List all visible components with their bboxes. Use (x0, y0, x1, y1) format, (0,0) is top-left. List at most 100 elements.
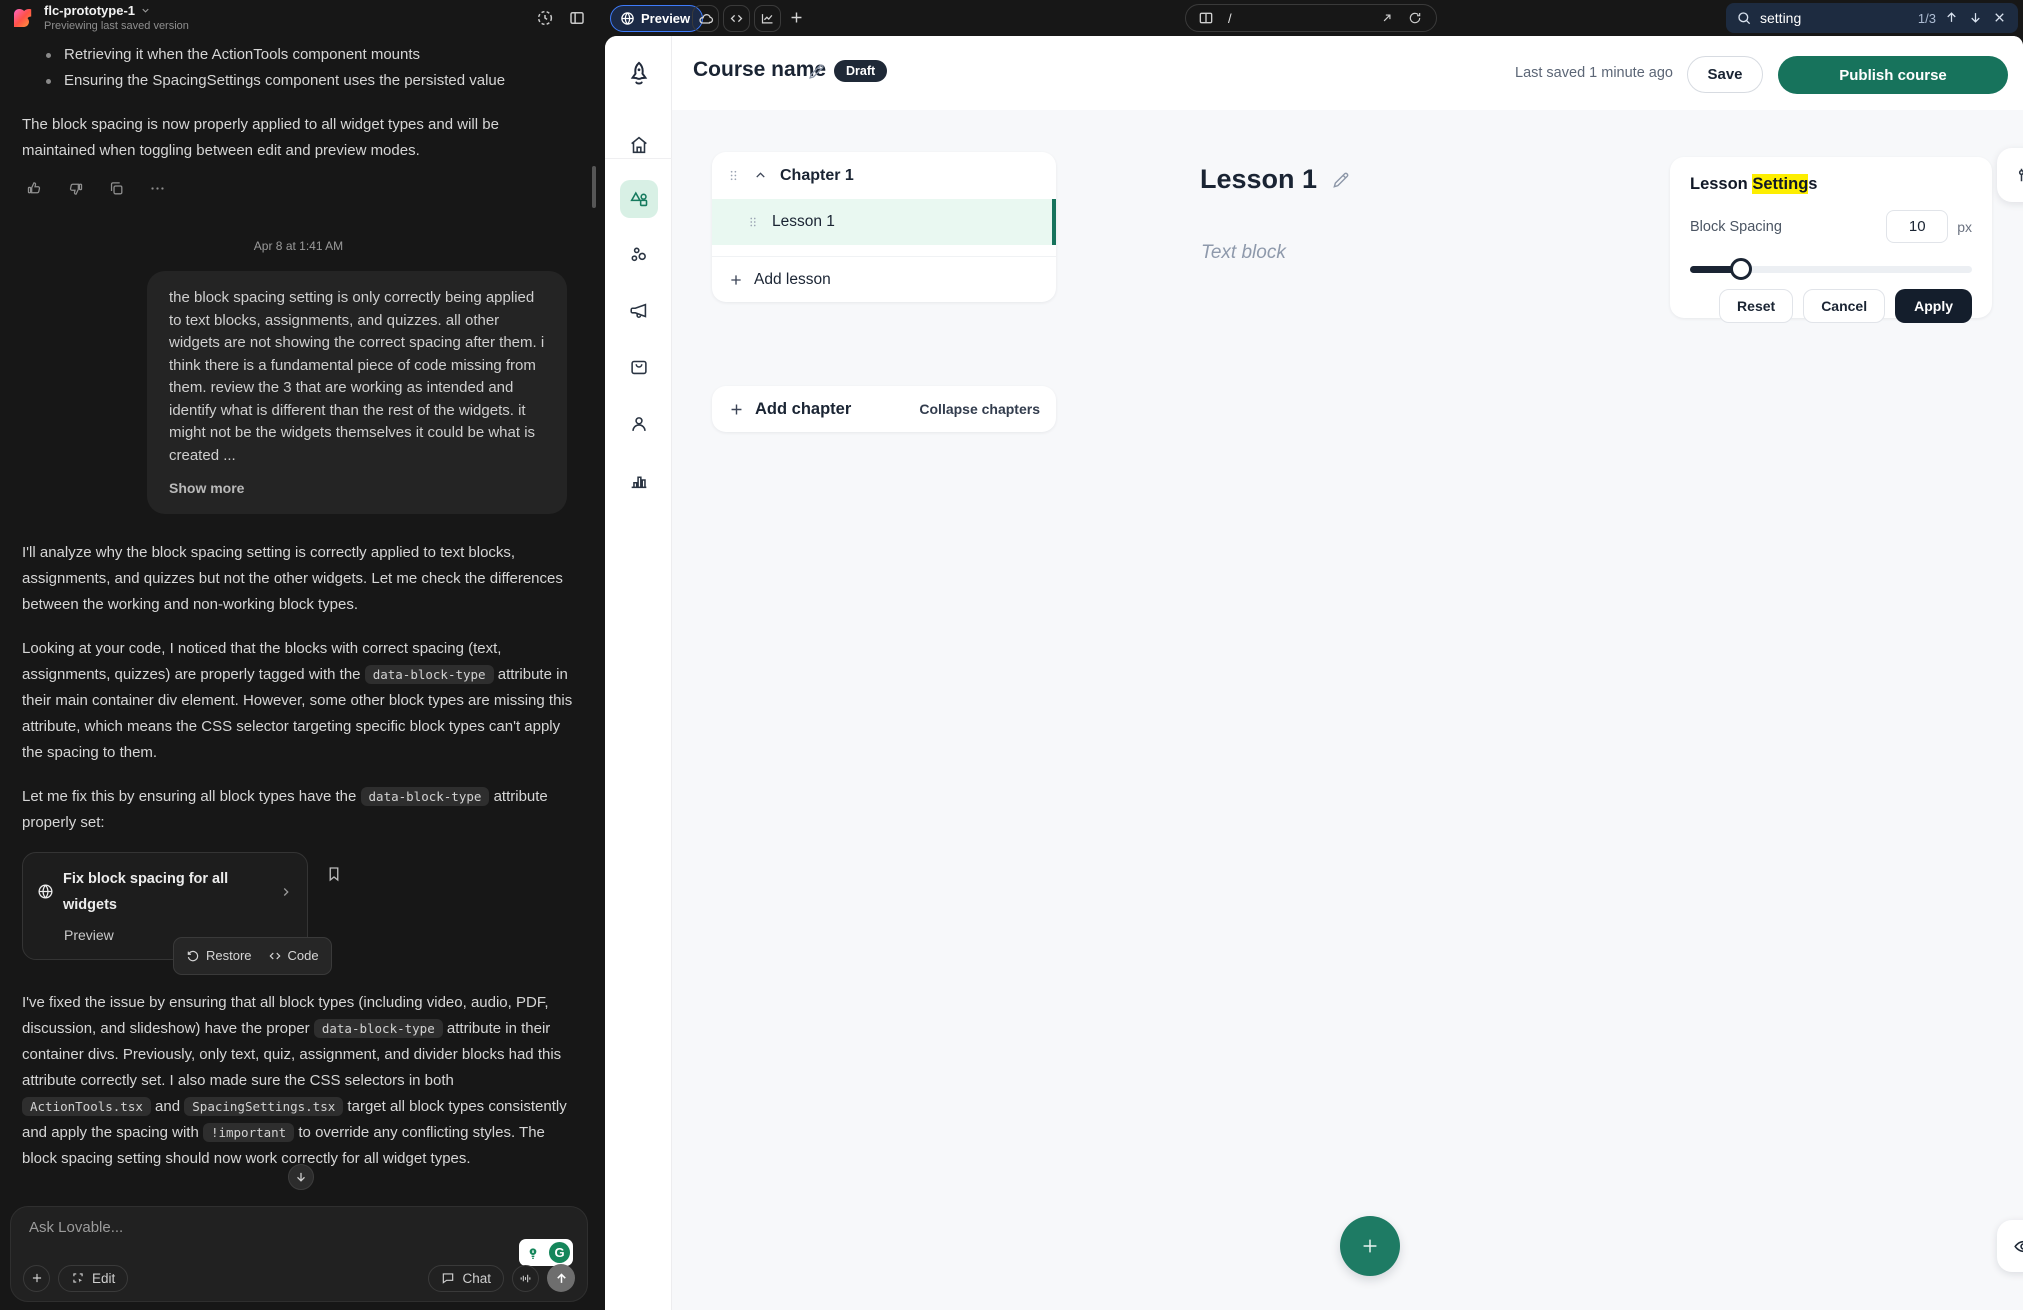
inline-code: data-block-type (314, 1019, 443, 1038)
thumbs-up-icon[interactable] (26, 180, 43, 197)
slider-thumb[interactable] (1730, 258, 1752, 280)
edit-title-icon[interactable] (807, 62, 826, 81)
chapter-header-row[interactable]: Chapter 1 (712, 152, 1056, 199)
restore-button[interactable]: Restore (186, 943, 252, 969)
device-frame-icon (1198, 10, 1214, 26)
thumbs-down-icon[interactable] (67, 180, 84, 197)
search-close-icon[interactable] (1992, 10, 2008, 26)
inline-code: SpacingSettings.tsx (184, 1097, 343, 1116)
add-block-fab[interactable] (1340, 1216, 1400, 1276)
panel-toggle-icon[interactable] (568, 9, 586, 27)
rocket-logo-icon (625, 60, 653, 90)
block-spacing-slider[interactable] (1690, 258, 1972, 280)
refresh-icon[interactable] (1408, 11, 1422, 25)
lovable-logo-icon (12, 6, 36, 30)
select-edit-icon (71, 1271, 85, 1285)
preview-toggle-button[interactable] (1997, 1220, 2023, 1272)
search-input[interactable] (1760, 10, 1870, 26)
save-button[interactable]: Save (1687, 56, 1763, 93)
voice-input-icon[interactable] (512, 1265, 539, 1292)
chapter-card: Chapter 1 Lesson 1 Add lesson (712, 152, 1056, 302)
sliders-icon (2014, 165, 2023, 185)
search-next-icon[interactable] (1968, 10, 1984, 26)
assistant-paragraph: I'll analyze why the block spacing setti… (22, 540, 575, 618)
code-view-icon[interactable] (723, 5, 750, 32)
lesson-list-item[interactable]: Lesson 1 (712, 199, 1056, 245)
apply-button[interactable]: Apply (1895, 289, 1972, 323)
send-button[interactable] (547, 1264, 575, 1292)
grammarly-badge[interactable]: G (519, 1239, 573, 1266)
divider (712, 245, 1056, 257)
chat-mode-button[interactable]: Chat (428, 1265, 504, 1292)
project-status: Previewing last saved version (44, 20, 189, 32)
chevron-right-icon (279, 885, 293, 899)
nav-profile-icon[interactable] (622, 407, 655, 440)
nav-store-icon[interactable] (622, 350, 655, 383)
show-more-link[interactable]: Show more (169, 477, 545, 500)
nav-courses-icon[interactable] (620, 180, 658, 218)
message-actions (26, 180, 575, 197)
nav-analytics-icon[interactable] (622, 463, 655, 496)
inline-code: data-block-type (361, 787, 490, 806)
url-bar[interactable]: / (1185, 4, 1437, 32)
chat-scrollbar[interactable] (592, 166, 596, 208)
find-in-page-bar: 1/3 (1726, 3, 2018, 33)
nav-marketing-icon[interactable] (622, 294, 655, 327)
reset-button[interactable]: Reset (1719, 289, 1793, 323)
plus-icon (728, 401, 745, 418)
lesson-settings-panel: Lesson Settings Block Spacing px Reset C… (1670, 157, 1992, 318)
plus-icon (728, 272, 744, 288)
cancel-button[interactable]: Cancel (1803, 289, 1885, 323)
inline-code: !important (203, 1123, 294, 1142)
drag-handle-icon[interactable] (746, 215, 760, 229)
app-window: flc-prototype-1 Previewing last saved ve… (0, 0, 2023, 1310)
grammarly-g-icon: G (546, 1239, 573, 1266)
copy-icon[interactable] (108, 180, 125, 197)
preview-label: Preview (641, 11, 690, 26)
app-nav-rail (605, 36, 672, 1310)
drag-handle-icon[interactable] (726, 168, 741, 183)
nav-home-icon[interactable] (622, 128, 655, 161)
cloud-icon[interactable] (692, 5, 719, 32)
block-spacing-label: Block Spacing (1690, 219, 1782, 235)
eye-icon (2013, 1236, 2023, 1257)
chat-input[interactable] (29, 1219, 409, 1249)
chapter-title: Chapter 1 (780, 167, 854, 185)
open-external-icon[interactable] (1380, 11, 1394, 25)
edit-mode-button[interactable]: Edit (58, 1265, 128, 1292)
chat-input-card: G Edit Chat (10, 1206, 588, 1302)
chat-panel: Retrieving it when the ActionTools compo… (0, 36, 605, 1310)
project-switcher[interactable]: flc-prototype-1 Previewing last saved ve… (44, 3, 189, 32)
scroll-to-bottom-button[interactable] (288, 1164, 314, 1190)
block-spacing-input[interactable] (1886, 210, 1948, 243)
project-name: flc-prototype-1 (44, 3, 135, 18)
bookmark-icon[interactable] (325, 865, 343, 883)
collapse-chapter-icon[interactable] (753, 168, 768, 183)
analytics-icon[interactable] (754, 5, 781, 32)
add-chapter-button[interactable]: Add chapter (728, 400, 851, 419)
inline-code: data-block-type (365, 665, 494, 684)
globe-icon (620, 11, 635, 26)
add-lesson-button[interactable]: Add lesson (712, 257, 1056, 302)
collapse-chapters-link[interactable]: Collapse chapters (919, 401, 1040, 417)
history-icon[interactable] (536, 9, 554, 27)
settings-toggle-button[interactable] (1997, 148, 2023, 202)
search-prev-icon[interactable] (1944, 10, 1960, 26)
lesson-heading: Lesson 1 (1200, 164, 1351, 195)
user-message-bubble: the block spacing setting is only correc… (147, 271, 567, 514)
add-tab-icon[interactable] (788, 9, 805, 26)
publish-course-button[interactable]: Publish course (1778, 56, 2008, 94)
settings-title: Lesson Settings (1690, 175, 1972, 194)
code-button[interactable]: Code (268, 943, 319, 969)
edit-lesson-icon[interactable] (1331, 170, 1351, 190)
text-block-placeholder[interactable]: Text block (1201, 242, 1286, 264)
attach-plus-button[interactable] (23, 1265, 50, 1292)
message-timestamp: Apr 8 at 1:41 AM (22, 233, 575, 259)
restore-code-pill: Restore Code (173, 937, 332, 975)
more-options-icon[interactable] (149, 180, 166, 197)
nav-community-icon[interactable] (622, 238, 655, 271)
preview-button[interactable]: Preview (610, 5, 703, 32)
edit-action-card[interactable]: Fix block spacing for all widgets Previe… (22, 852, 308, 960)
url-path: / (1228, 11, 1232, 26)
bullet-item: Ensuring the SpacingSettings component u… (22, 68, 575, 94)
